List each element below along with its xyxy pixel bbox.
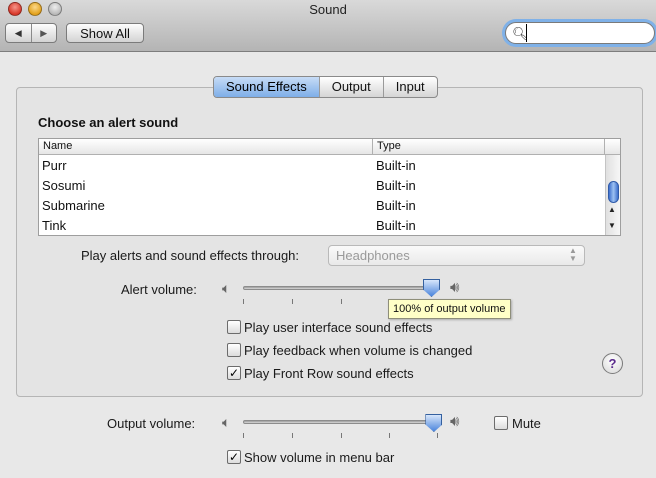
header-corner <box>604 139 605 155</box>
checkmark-icon: ✓ <box>228 450 240 464</box>
window-title: Sound <box>309 2 347 17</box>
tab-input[interactable]: Input <box>384 77 437 97</box>
front-row-effects-checkbox[interactable]: ✓ <box>227 366 241 380</box>
speaker-loud-icon: 🔊︎ <box>450 279 460 296</box>
show-volume-menu-bar-label[interactable]: Show volume in menu bar <box>244 450 394 465</box>
back-forward-control: ◀ ▶ <box>5 23 57 43</box>
forward-arrow-icon: ▶ <box>40 27 48 38</box>
forward-button[interactable]: ▶ <box>32 24 57 42</box>
ui-sound-effects-label[interactable]: Play user interface sound effects <box>244 320 432 335</box>
table-row[interactable]: Submarine Built-in <box>39 196 605 216</box>
output-volume-thumb[interactable] <box>425 414 443 432</box>
scroll-down-arrow-icon[interactable]: ▼ <box>608 221 616 230</box>
play-through-label: Play alerts and sound effects through: <box>81 248 300 263</box>
volume-feedback-label[interactable]: Play feedback when volume is changed <box>244 343 472 358</box>
show-all-button[interactable]: Show All <box>66 23 144 43</box>
front-row-effects-label[interactable]: Play Front Row sound effects <box>244 366 414 381</box>
scroll-up-arrow-icon[interactable]: ▲ <box>608 205 616 214</box>
speaker-loud-icon: 🔊︎ <box>450 413 460 430</box>
back-button[interactable]: ◀ <box>6 24 32 42</box>
slider-tick <box>437 433 438 438</box>
row-type: Built-in <box>376 198 416 213</box>
checkmark-icon: ✓ <box>228 366 240 380</box>
window-toolbar: Sound ◀ ▶ Show All 🔍︎ <box>0 0 656 52</box>
slider-tick <box>243 299 244 304</box>
help-icon: ? <box>608 356 617 371</box>
row-type: Built-in <box>376 178 416 193</box>
tab-sound-effects[interactable]: Sound Effects <box>214 77 320 97</box>
alert-sound-table: Name Type Purr Built-in Sosumi Built-in … <box>38 138 621 236</box>
search-input[interactable] <box>526 24 650 42</box>
alert-volume-label: Alert volume: <box>121 282 197 297</box>
column-header-type[interactable]: Type <box>377 140 401 152</box>
mute-label[interactable]: Mute <box>512 416 541 431</box>
slider-tick <box>341 299 342 304</box>
help-button[interactable]: ? <box>602 353 623 374</box>
row-name: Purr <box>42 158 67 173</box>
show-volume-menu-bar-checkbox[interactable]: ✓ <box>227 450 241 464</box>
ui-sound-effects-checkbox[interactable] <box>227 320 241 334</box>
slider-tick <box>292 433 293 438</box>
output-volume-label: Output volume: <box>107 416 196 431</box>
table-row[interactable]: Purr Built-in <box>39 156 605 176</box>
alert-sound-heading: Choose an alert sound <box>38 115 179 130</box>
column-divider[interactable] <box>372 139 373 155</box>
speaker-quiet-icon: 🔈︎ <box>222 280 231 296</box>
alert-volume-track[interactable] <box>243 286 436 290</box>
table-row[interactable]: Sosumi Built-in <box>39 176 605 196</box>
volume-feedback-checkbox[interactable] <box>227 343 241 357</box>
scrollbar-thumb[interactable] <box>608 181 619 203</box>
output-volume-track[interactable] <box>243 420 438 424</box>
table-scrollbar[interactable]: ▲ ▼ <box>605 155 620 235</box>
table-row[interactable]: Tink Built-in <box>39 216 605 235</box>
row-name: Sosumi <box>42 178 86 193</box>
table-header: Name Type <box>39 139 620 155</box>
search-field[interactable]: 🔍︎ <box>505 22 655 44</box>
slider-tick <box>341 433 342 438</box>
row-type: Built-in <box>376 158 416 173</box>
mute-checkbox[interactable] <box>494 416 508 430</box>
play-through-value: Headphones <box>336 248 410 263</box>
row-name: Tink <box>42 218 67 233</box>
column-header-name[interactable]: Name <box>43 140 72 152</box>
slider-tick <box>243 433 244 438</box>
play-through-popup[interactable]: Headphones ▲ ▼ <box>328 245 585 266</box>
back-arrow-icon: ◀ <box>14 27 22 38</box>
tab-output[interactable]: Output <box>320 77 384 97</box>
row-name: Submarine <box>42 198 105 213</box>
alert-volume-tooltip: 100% of output volume <box>388 299 511 319</box>
popup-arrows-icon: ▲ ▼ <box>569 246 577 263</box>
slider-tick <box>389 433 390 438</box>
slider-tick <box>292 299 293 304</box>
row-type: Built-in <box>376 218 416 233</box>
tab-bar: Sound Effects Output Input <box>213 76 438 98</box>
speaker-quiet-icon: 🔈︎ <box>222 414 231 430</box>
